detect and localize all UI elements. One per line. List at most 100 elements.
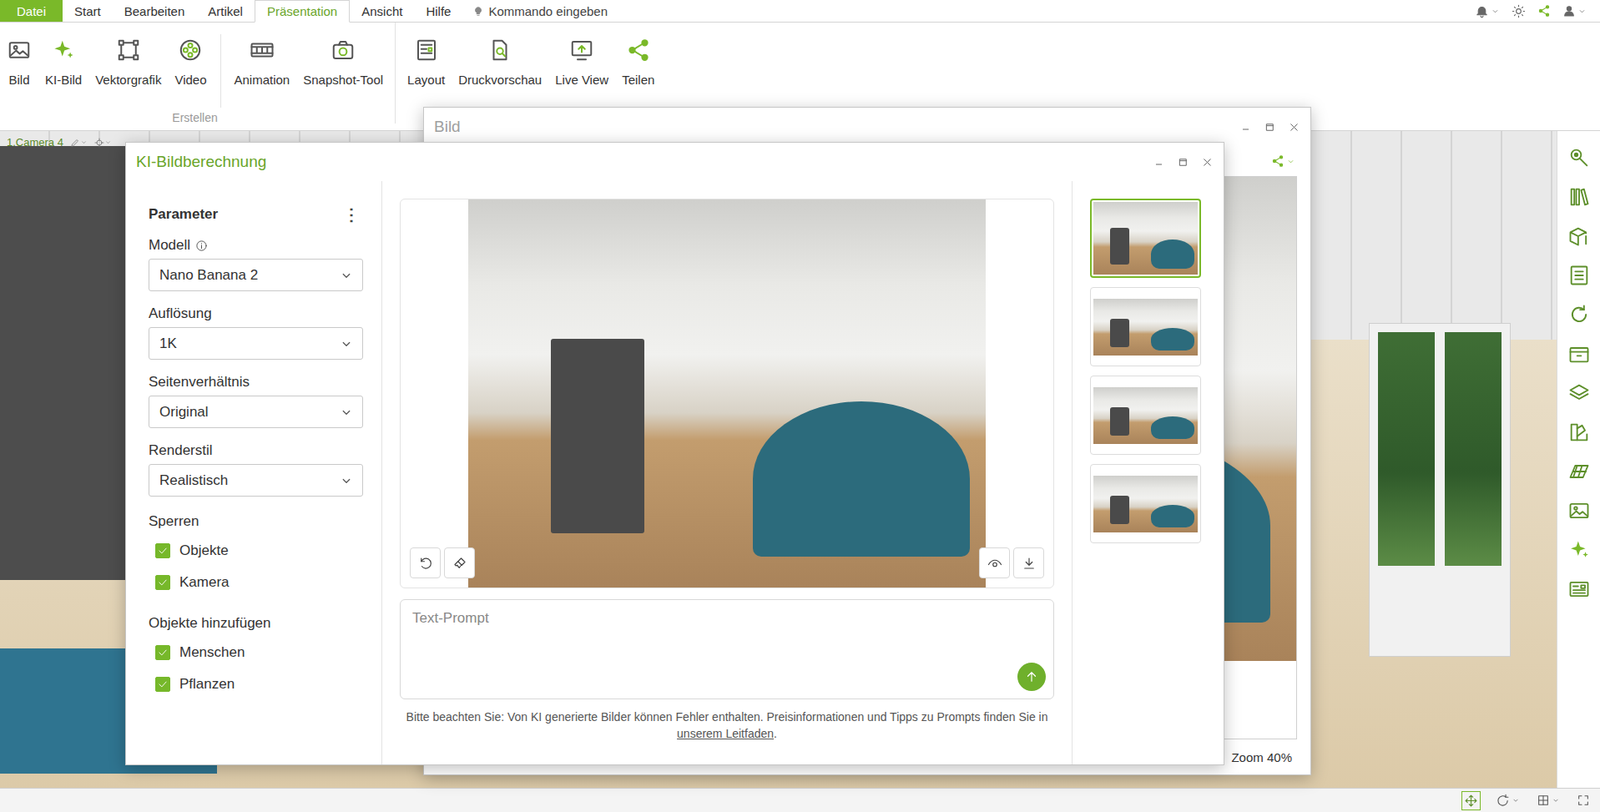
move-icon (1463, 793, 1479, 808)
side-tool-button[interactable] (1567, 302, 1591, 327)
preview-icon (487, 37, 513, 63)
parameter-field: Auflösung 1K (148, 304, 364, 360)
ribbon-button[interactable]: Vektorgrafik (88, 22, 168, 112)
wrench-icon (1567, 146, 1591, 170)
box-icon (1567, 342, 1591, 366)
image-share-button[interactable] (1271, 154, 1296, 168)
menu-tab[interactable]: Artikel (196, 0, 255, 22)
ribbon-button[interactable]: Bild (0, 22, 39, 112)
rotate-button[interactable] (1494, 792, 1522, 810)
menu-tab[interactable]: Bearbeiten (112, 0, 197, 22)
side-tool-button[interactable] (1567, 342, 1591, 366)
side-tool-button[interactable] (1567, 224, 1591, 248)
side-tool-button[interactable] (1567, 420, 1591, 445)
ribbon-button[interactable]: Snapshot-Tool (296, 34, 390, 108)
side-tool-button[interactable] (1567, 538, 1591, 562)
close-button[interactable] (1287, 121, 1301, 134)
close-icon (1287, 121, 1301, 134)
maximize-button[interactable] (1176, 156, 1190, 169)
thumbnail[interactable] (1090, 287, 1202, 367)
menu-right (1474, 0, 1600, 22)
checkbox[interactable] (155, 543, 171, 559)
field-select[interactable]: Nano Banana 2 (148, 258, 364, 292)
menu-tab[interactable]: Ansicht (349, 0, 414, 22)
field-select[interactable]: Original (148, 395, 364, 429)
checkbox-label: Objekte (179, 542, 229, 560)
close-button[interactable] (1201, 156, 1214, 169)
sun-icon (1511, 4, 1526, 19)
field-select[interactable]: Realistisch (148, 464, 364, 497)
crosshair-icon (94, 137, 105, 148)
fullscreen-icon (1576, 793, 1590, 808)
side-tool-button[interactable] (1567, 577, 1591, 601)
ribbon-button-label: Druckvorschau (458, 72, 542, 87)
scene-plant-wall (1368, 323, 1511, 657)
thumbnail[interactable] (1090, 375, 1202, 455)
parameter-heading: Parameter (148, 206, 218, 223)
theme-button[interactable] (1511, 4, 1526, 19)
ribbon-button[interactable]: Video (167, 22, 213, 112)
side-tool-button[interactable] (1567, 185, 1591, 209)
side-tool-button[interactable] (1567, 381, 1591, 405)
image-window-title: Bild (434, 117, 461, 137)
ribbon-button[interactable]: KI-Bild (38, 22, 89, 112)
menu-tab[interactable]: Start (62, 0, 113, 22)
brush-button[interactable] (444, 547, 475, 579)
command-placeholder: Kommando eingeben (488, 4, 608, 19)
compare-button[interactable] (979, 547, 1010, 579)
download-button[interactable] (1013, 547, 1045, 579)
menu-tab[interactable]: Datei (0, 0, 63, 22)
fullscreen-button[interactable] (1574, 792, 1592, 809)
view-layout-button[interactable] (1534, 792, 1562, 809)
ribbon-button[interactable]: Animation (227, 34, 298, 108)
thumbnail-image (1093, 387, 1198, 445)
ribbon-button-label: KI-Bild (45, 72, 82, 87)
user-icon (1562, 4, 1576, 18)
side-tool-button[interactable] (1567, 263, 1591, 288)
field-select[interactable]: 1K (148, 327, 364, 360)
close-icon (1201, 156, 1214, 169)
ai-window-title: KI-Bildberechnung (136, 152, 267, 172)
checkbox-row[interactable]: Kamera (148, 566, 364, 599)
move-button[interactable] (1461, 791, 1481, 811)
thumbnail[interactable] (1090, 198, 1202, 278)
checkbox-group: Sperren Objekte Kamera (148, 513, 364, 599)
account-button[interactable] (1562, 4, 1587, 18)
maximize-button[interactable] (1263, 121, 1277, 134)
parameter-header: Parameter ⋮ (148, 204, 364, 225)
side-tool-button[interactable] (1567, 459, 1591, 484)
ribbon-button-label: Vektorgrafik (95, 72, 162, 87)
thumbnail[interactable] (1090, 464, 1202, 544)
checkbox[interactable] (155, 575, 171, 591)
send-button[interactable] (1017, 662, 1046, 692)
side-tool-button[interactable] (1567, 146, 1591, 170)
side-tool-button[interactable] (1567, 499, 1591, 523)
checkbox[interactable] (155, 645, 171, 661)
camera-label[interactable]: 1.Camera 4 (6, 136, 112, 149)
share-button[interactable] (1537, 4, 1551, 18)
ribbon-group: Bild KI-Bild Vektorgrafik Video Animatio… (0, 22, 390, 131)
check-icon (156, 576, 169, 589)
parameter-menu-button[interactable]: ⋮ (339, 204, 364, 225)
notifications-button[interactable] (1474, 4, 1500, 19)
checkbox[interactable] (155, 676, 171, 692)
menu-tab[interactable]: Hilfe (413, 0, 463, 22)
guide-link[interactable]: unserem Leitfaden (676, 726, 774, 741)
select-value: Realistisch (159, 472, 228, 490)
prompt-input[interactable]: Text-Prompt (399, 599, 1055, 700)
menu-tab[interactable]: Präsentation (254, 0, 350, 23)
image-icon (1567, 499, 1591, 523)
undo-button[interactable] (409, 547, 441, 579)
window-controls (1239, 121, 1301, 134)
checkbox-row[interactable]: Objekte (148, 535, 364, 567)
checkbox-row[interactable]: Menschen (148, 636, 364, 669)
scene-plants (1444, 332, 1502, 566)
refresh-icon (1567, 302, 1591, 327)
chevron-icon (1490, 6, 1500, 16)
prompt-placeholder: Text-Prompt (412, 610, 490, 626)
minimize-button[interactable] (1239, 121, 1252, 134)
minimize-button[interactable] (1152, 156, 1166, 169)
parameter-panel: Parameter ⋮ Modell Nano Banana 2 Auflösu… (126, 181, 383, 765)
checkbox-row[interactable]: Pflanzen (148, 668, 364, 701)
command-input[interactable]: Kommando eingeben (462, 0, 608, 22)
